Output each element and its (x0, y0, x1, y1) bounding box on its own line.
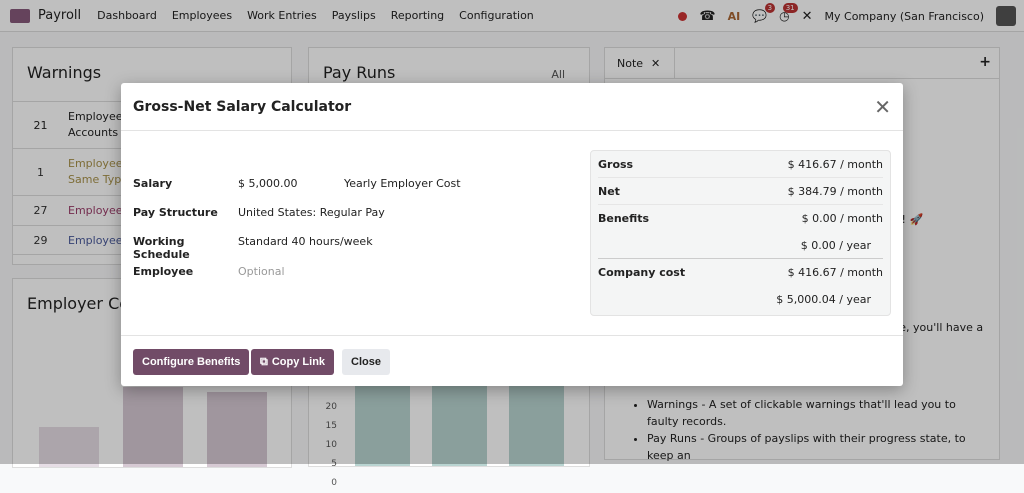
working-schedule-field: Working Schedule Standard 40 hours/week (133, 235, 373, 261)
salary-period-select[interactable]: Yearly Employer Cost (344, 177, 461, 190)
net-value: $ 384.79 / month (787, 184, 883, 198)
company-cost-month: $ 416.67 / month (787, 266, 883, 279)
pay-structure-field: Pay Structure United States: Regular Pay (133, 206, 385, 219)
gross-value: $ 416.67 / month (787, 157, 883, 171)
salary-calculator-dialog: Gross-Net Salary Calculator ✕ Salary $ 5,… (121, 83, 903, 386)
dialog-title: Gross-Net Salary Calculator (133, 98, 352, 115)
employee-field: Employee Optional (133, 265, 285, 278)
salary-input[interactable]: $ 5,000.00 (238, 177, 344, 190)
benefits-year: $ 0.00 / year (800, 238, 871, 252)
copy-link-button[interactable]: ⧉ Copy Link (251, 349, 335, 375)
benefits-month: $ 0.00 / month (801, 212, 883, 225)
dialog-footer: Configure Benefits ⧉ Copy Link Close (121, 335, 903, 386)
salary-summary: Gross $ 416.67 / month Net $ 384.79 / mont… (590, 150, 891, 316)
copy-icon: ⧉ (260, 355, 268, 368)
salary-field: Salary $ 5,000.00 Yearly Employer Cost (133, 177, 461, 190)
working-schedule-input[interactable]: Standard 40 hours/week (238, 235, 373, 261)
pay-structure-input[interactable]: United States: Regular Pay (238, 206, 385, 219)
close-icon[interactable]: ✕ (874, 95, 891, 119)
configure-benefits-button[interactable]: Configure Benefits (133, 349, 250, 375)
employee-input[interactable]: Optional (238, 265, 285, 278)
company-cost-year: $ 5,000.04 / year (776, 293, 871, 306)
close-button[interactable]: Close (342, 349, 390, 375)
